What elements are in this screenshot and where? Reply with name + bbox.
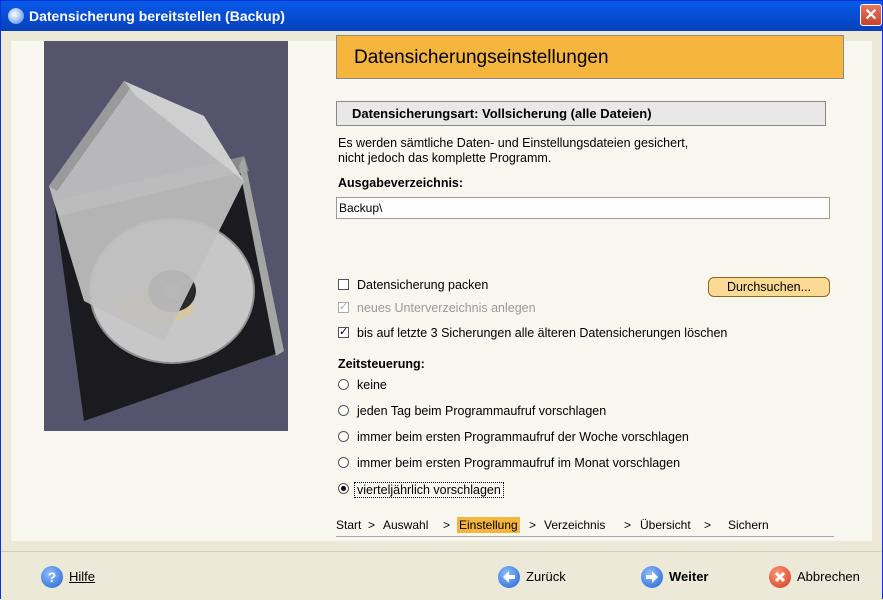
pack-checkbox[interactable] [338,279,349,290]
radio-daily[interactable] [338,405,349,416]
breadcrumb-divider [336,536,834,537]
cancel-x-icon [769,566,791,588]
description: Es werden sämtliche Daten- und Einstellu… [338,136,818,166]
cd-case-illustration [44,41,288,431]
page-header: Datensicherungseinstellungen [336,35,844,79]
next-label: Weiter [669,569,709,584]
close-button[interactable]: ✕ [860,4,882,26]
help-label: Hilfe [69,569,96,584]
breadcrumb-sichern: Sichern [728,518,769,532]
schedule-label-quarterly: vierteljährlich vorschlagen [354,482,504,498]
schedule-label-monthly: immer beim ersten Programmaufruf im Mona… [357,456,681,470]
wizard-window: Datensicherung bereitstellen (Backup) ✕ … [0,0,883,600]
cd-case-image [49,81,284,421]
breadcrumb-einstellung: Einstellung [457,517,520,533]
subdir-label: neues Unterverzeichnis anlegen [357,301,536,315]
breadcrumb-sep-2: > [443,518,451,532]
breadcrumb-start: Start [336,518,362,532]
title-bar: Datensicherung bereitstellen (Backup) ✕ [1,1,882,31]
delete-old-label: bis auf letzte 3 Sicherungen alle ältere… [357,326,728,340]
schedule-label-daily: jeden Tag beim Programmaufruf vorschlage… [357,404,607,418]
settings-panel: Datensicherungseinstellungen Datensicher… [336,35,844,503]
radio-none[interactable] [338,379,349,390]
pack-label: Datensicherung packen [357,278,489,292]
description-line-1: Es werden sämtliche Daten- und Einstellu… [338,136,689,150]
app-icon [8,8,24,24]
breadcrumb-sep-3: > [529,518,537,532]
back-arrow-icon [498,566,520,588]
radio-weekly[interactable] [338,431,349,442]
description-line-2: nicht jedoch das komplette Programm. [338,151,552,165]
window-title: Datensicherung bereitstellen (Backup) [29,8,285,24]
subdir-checkbox: ✓ [338,301,349,313]
next-arrow-icon [641,566,663,588]
breadcrumb-uebersicht: Übersicht [640,518,691,532]
schedule-label-weekly: immer beim ersten Programmaufruf der Woc… [357,430,689,444]
breadcrumb-sep-4: > [624,518,632,532]
back-label: Zurück [526,569,566,584]
radio-monthly[interactable] [338,457,349,468]
breadcrumb-sep-5: > [704,518,712,532]
help-icon: ? [41,566,63,588]
browse-button[interactable]: Durchsuchen... [708,277,830,297]
delete-old-checkbox[interactable]: ✓ [338,327,349,338]
svg-text:?: ? [48,569,57,585]
breadcrumb: Start > Auswahl > Einstellung > Verzeich… [336,514,844,538]
section-header: Datensicherungsart: Vollsicherung (alle … [336,101,826,126]
page-title: Datensicherungseinstellungen [354,47,609,68]
schedule-label-none: keine [357,378,387,392]
radio-quarterly[interactable] [338,483,349,494]
schedule-label: Zeitsteuerung: [338,357,425,371]
breadcrumb-sep-1: > [368,518,376,532]
output-dir-label: Ausgabeverzeichnis: [338,176,464,190]
section-title: Datensicherungsart: Vollsicherung (alle … [352,106,652,121]
cancel-label: Abbrechen [797,569,860,584]
breadcrumb-verzeichnis: Verzeichnis [544,518,606,532]
output-dir-input[interactable] [336,197,830,219]
breadcrumb-auswahl: Auswahl [383,518,429,532]
button-bar: ? Hilfe Zurück Weiter Abbrechen [1,551,882,600]
